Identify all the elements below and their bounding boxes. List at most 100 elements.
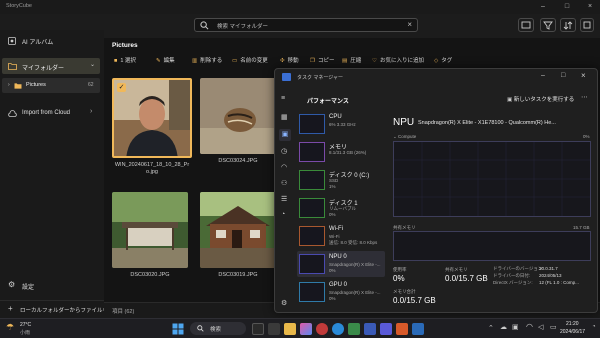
- taskbar: ☂ 27°C 小雨 検索 ⌃ ☁ ▣ ◠ ◁ ▭ 21:20 2024/06/1…: [0, 318, 600, 338]
- app-title: StoryCube: [6, 3, 32, 9]
- check-icon[interactable]: ✓: [117, 83, 126, 92]
- resource-usage: 0%: [329, 296, 336, 301]
- resource-item-wifi[interactable]: Wi-Fi Wi-Fi 送信: 8.0 受信: 8.0 Kbps: [297, 223, 385, 249]
- add-local-folder-button[interactable]: + ローカルフォルダーからファイルを...: [0, 300, 113, 316]
- shared-label: 共有メモリ: [445, 267, 468, 272]
- photo-thumbnail[interactable]: [112, 192, 188, 268]
- settings-gear-icon[interactable]: ⚙: [281, 299, 287, 307]
- copy-button[interactable]: ❐ コピー: [310, 55, 334, 67]
- tm-minimize-button[interactable]: –: [541, 72, 545, 79]
- chevron-down-icon[interactable]: ⌄: [90, 61, 95, 68]
- weather-widget[interactable]: ☂ 27°C 小雨: [6, 321, 46, 337]
- history-icon[interactable]: ◷: [281, 147, 287, 155]
- volume-icon[interactable]: ◁: [538, 323, 543, 331]
- selection-count[interactable]: ■ 1 選択: [114, 55, 136, 67]
- title-bar: StoryCube – □ ×: [0, 0, 600, 14]
- sidebar-item-settings[interactable]: ⚙ 設定: [0, 278, 104, 292]
- performance-icon[interactable]: ▣: [279, 129, 291, 141]
- search-input[interactable]: 検索 マイフォルダー: [217, 22, 268, 30]
- directx-value: 12 (FL 1.0 : Comp...: [539, 280, 579, 285]
- wifi-icon[interactable]: ◠: [526, 322, 533, 331]
- file-explorer-icon[interactable]: [284, 323, 296, 335]
- photo-thumbnail[interactable]: [200, 192, 276, 268]
- compute-graph-max: 0%: [583, 134, 590, 139]
- photo-thumbnail-selected[interactable]: ✓: [112, 78, 192, 158]
- edit-button[interactable]: ✎ 編集: [156, 55, 175, 67]
- menu-icon[interactable]: ≡: [281, 95, 285, 102]
- processes-icon[interactable]: ▦: [281, 113, 288, 121]
- rename-button[interactable]: ▭ 名前の変更: [232, 55, 268, 67]
- favorite-button[interactable]: ♡ お気に入りに追加: [372, 55, 424, 67]
- sort-button[interactable]: [560, 18, 576, 32]
- tm-close-button[interactable]: ×: [581, 71, 586, 80]
- taskbar-search[interactable]: 検索: [190, 322, 246, 335]
- task-manager-window: タスク マネージャー – □ × ≡ ▦ ▣ ◷ ◠ ⚇ ☰ ◔ ⚙ パフォーマ…: [274, 68, 598, 313]
- startup-icon[interactable]: ◠: [281, 163, 287, 171]
- resource-item-cpu[interactable]: CPU 6% 3.33 GHz: [297, 111, 385, 137]
- resource-usage: 送信: 8.0 受信: 8.0 Kbps: [329, 240, 378, 245]
- sidebar-item-my-folder[interactable]: マイフォルダー ⌄: [2, 58, 100, 74]
- usage-label: 使用率: [393, 267, 407, 272]
- users-icon[interactable]: ⚇: [281, 179, 287, 187]
- run-new-task-button[interactable]: ▣ 新しいタスクを実行する: [507, 95, 574, 103]
- resource-item-gpu[interactable]: GPU 0 Snapdragon(R) X Elite -... 0%: [297, 279, 385, 305]
- gear-icon: ⚙: [8, 280, 16, 289]
- task-view-icon[interactable]: [252, 323, 264, 335]
- move-button[interactable]: ✣ 移動: [280, 55, 299, 67]
- sidebar-item-import-cloud[interactable]: Import from Cloud ›: [0, 106, 104, 122]
- view-toggle-button[interactable]: [518, 18, 534, 32]
- compress-icon: ▤: [342, 58, 348, 64]
- edge-icon[interactable]: [332, 323, 344, 335]
- store-icon[interactable]: [348, 323, 360, 335]
- toolbar: ■ 1 選択 ✎ 編集 ▥ 削除する ▭ 名前の変更 ✣ 移動 ❐ コピー ▤ 圧縮 ♡ お気に…: [110, 55, 590, 69]
- pencil-icon: ✎: [156, 58, 161, 64]
- item-count-status: 項目 (62): [112, 309, 135, 315]
- taskbar-search-label: 検索: [210, 327, 222, 333]
- services-icon[interactable]: ◔: [281, 211, 285, 218]
- more-button[interactable]: [580, 18, 594, 32]
- sidebar-item-pictures[interactable]: › Pictures 62: [2, 78, 100, 93]
- start-icon[interactable]: [172, 323, 184, 335]
- copilot-icon[interactable]: [300, 323, 312, 335]
- chevron-up-icon[interactable]: ⌃: [488, 324, 494, 332]
- compress-button[interactable]: ▤ 圧縮: [342, 55, 361, 67]
- photo-thumbnail[interactable]: [200, 78, 276, 154]
- resource-item-disk-0[interactable]: ディスク 0 (C:) SSD 1%: [297, 167, 385, 193]
- clock-date[interactable]: 2024/06/17: [560, 329, 585, 335]
- widgets-icon[interactable]: [268, 323, 280, 335]
- app-icon-red[interactable]: [316, 323, 328, 335]
- battery-icon[interactable]: ▭: [550, 323, 557, 331]
- sidebar-item-ai-album[interactable]: AI アルバム: [0, 32, 104, 50]
- network-tray-icon[interactable]: ▣: [512, 323, 519, 331]
- minimize-button[interactable]: –: [538, 2, 548, 12]
- maximize-button[interactable]: □: [562, 2, 572, 12]
- task-manager-taskbar-icon[interactable]: [412, 323, 424, 335]
- outlook-icon[interactable]: [364, 323, 376, 335]
- driver-date-label: ドライバーの日付:: [493, 273, 531, 278]
- clear-search-icon[interactable]: ×: [407, 20, 412, 29]
- plus-icon: +: [8, 304, 13, 313]
- task-manager-icon: [282, 73, 291, 81]
- delete-button[interactable]: ▥ 削除する: [192, 55, 222, 67]
- search-bar[interactable]: 検索 マイフォルダー ×: [194, 18, 418, 32]
- tm-maximize-button[interactable]: □: [561, 72, 565, 79]
- app-icon-blue[interactable]: [380, 323, 392, 335]
- tag-button[interactable]: ◇ タグ: [434, 55, 452, 67]
- resource-item-npu[interactable]: NPU 0 Snapdragon(R) X Elite -... 0%: [297, 251, 385, 277]
- sparkline: [299, 226, 325, 246]
- notification-bell-icon[interactable]: ◔: [592, 324, 596, 330]
- details-icon[interactable]: ☰: [281, 195, 287, 203]
- clock-time[interactable]: 21:20: [566, 321, 579, 327]
- chevron-right-icon[interactable]: ›: [8, 82, 10, 88]
- cloud-sync-icon[interactable]: ☁: [500, 323, 507, 331]
- resource-item-memory[interactable]: メモリ 8.1/31.3 GB (26%): [297, 139, 385, 165]
- close-button[interactable]: ×: [585, 2, 595, 12]
- resource-detail: Snapdragon(R) X Elite -...: [329, 290, 381, 295]
- search-icon: [200, 21, 209, 30]
- filter-button[interactable]: [540, 18, 556, 32]
- resource-item-disk-1[interactable]: ディスク 1 リムーバブル 0%: [297, 195, 385, 221]
- more-options-icon[interactable]: ⋯: [581, 93, 588, 101]
- chipmunk-photo: [200, 78, 276, 154]
- office-icon[interactable]: [396, 323, 408, 335]
- folder-icon: [8, 62, 17, 70]
